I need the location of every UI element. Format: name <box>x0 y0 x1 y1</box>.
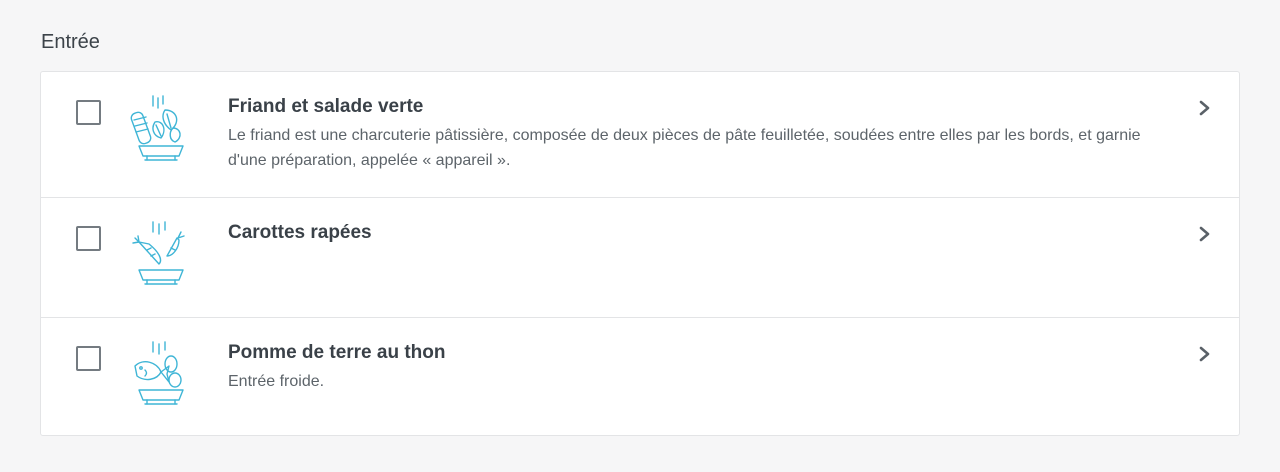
menu-item[interactable]: Pomme de terre au thon Entrée froide. <box>41 317 1239 435</box>
menu-item[interactable]: Carottes rapées <box>41 197 1239 317</box>
select-checkbox[interactable] <box>76 346 101 371</box>
item-title: Carottes rapées <box>228 222 372 243</box>
menu-item-list: Friand et salade verte Le friand est une… <box>40 71 1240 436</box>
salad-bowl-icon <box>130 95 184 161</box>
item-description: Le friand est une charcuterie pâtissière… <box>228 127 1141 169</box>
chevron-right-icon[interactable] <box>1195 222 1215 246</box>
chevron-right-icon[interactable] <box>1195 342 1215 366</box>
item-title: Pomme de terre au thon <box>228 342 446 363</box>
select-checkbox[interactable] <box>76 100 101 125</box>
carrot-bowl-icon <box>132 221 185 285</box>
section-title: Entrée <box>41 31 100 53</box>
item-description: Entrée froide. <box>228 373 325 390</box>
chevron-right-icon[interactable] <box>1195 96 1215 120</box>
menu-item[interactable]: Friand et salade verte Le friand est une… <box>41 72 1239 197</box>
fish-potato-bowl-icon <box>134 341 184 405</box>
item-title: Friand et salade verte <box>228 96 424 117</box>
select-checkbox[interactable] <box>76 226 101 251</box>
